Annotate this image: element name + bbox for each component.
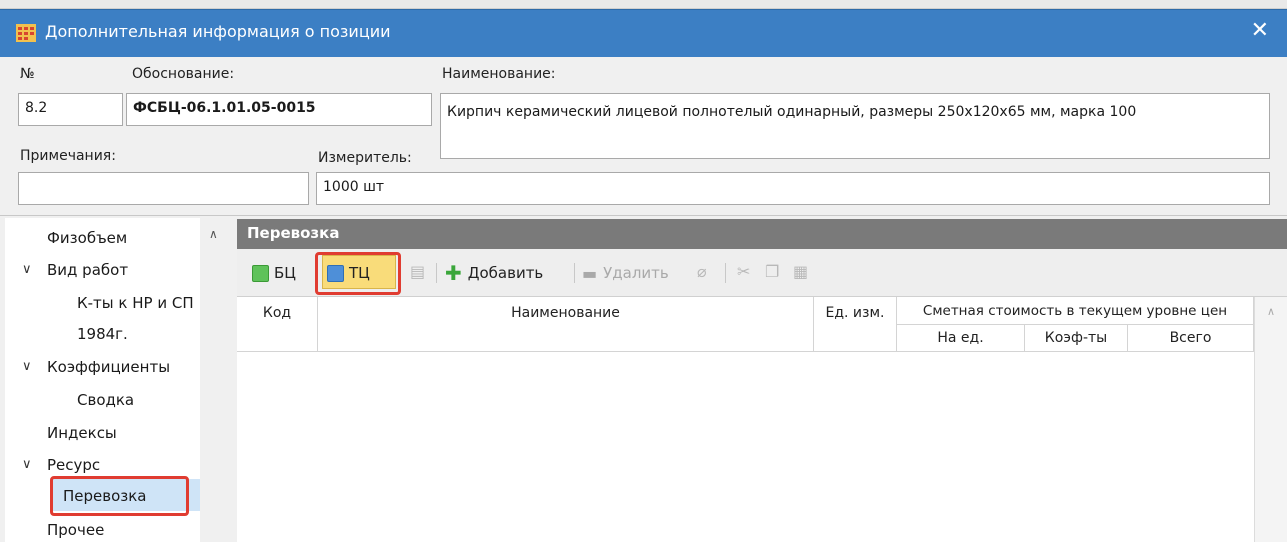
- copy-icon[interactable]: ❐: [765, 262, 779, 281]
- column-header-name[interactable]: Наименование: [318, 297, 814, 352]
- toolbar-separator: [725, 263, 726, 283]
- plus-icon: ✚: [445, 261, 462, 285]
- notes-field[interactable]: [18, 172, 309, 205]
- tree-item-indeksy[interactable]: Индексы: [47, 424, 117, 442]
- number-label: №: [20, 66, 35, 82]
- add-button[interactable]: ✚ Добавить: [445, 258, 543, 288]
- background-strip: [0, 0, 1287, 9]
- column-header-cost-group[interactable]: Сметная стоимость в текущем уровне цен: [897, 297, 1254, 325]
- bc-button[interactable]: БЦ: [252, 258, 296, 288]
- paste-icon[interactable]: ▦: [793, 262, 808, 281]
- name-field[interactable]: Кирпич керамический лицевой полнотелый о…: [440, 93, 1270, 159]
- minus-icon: ▬: [582, 263, 598, 283]
- scroll-up-icon[interactable]: ∧: [1267, 305, 1275, 318]
- dialog-window: Дополнительная информация о позиции ✕ № …: [0, 0, 1287, 542]
- column-header-coefs[interactable]: Коэф-ты: [1025, 325, 1128, 352]
- annotation-highlight: [315, 252, 401, 295]
- close-icon[interactable]: ✕: [1251, 18, 1269, 43]
- chevron-down-icon[interactable]: ∨: [22, 457, 32, 472]
- tree-item-svodka[interactable]: Сводка: [77, 391, 134, 409]
- number-field[interactable]: 8.2: [18, 93, 123, 126]
- basis-label: Обоснование:: [132, 66, 235, 82]
- tree-item-kty-nr-sp[interactable]: К-ты к НР и СП: [77, 294, 194, 312]
- bc-label: БЦ: [274, 264, 296, 282]
- basis-field[interactable]: ФСБЦ-06.1.01.05-0015: [126, 93, 432, 126]
- unit-label: Измеритель:: [318, 150, 412, 166]
- tree-item-prochee[interactable]: Прочее: [47, 521, 104, 539]
- column-header-total[interactable]: Всего: [1128, 325, 1254, 352]
- base-price-icon: [252, 264, 269, 282]
- eraser-icon[interactable]: ⌀: [697, 262, 707, 281]
- panel-title: Перевозка: [237, 219, 1287, 249]
- tree-item-koefficienty[interactable]: Коэффициенты: [47, 358, 170, 376]
- grid-scrollbar[interactable]: ∧: [1254, 297, 1287, 542]
- column-header-per-unit[interactable]: На ед.: [897, 325, 1025, 352]
- column-header-unit[interactable]: Ед. изм.: [814, 297, 897, 352]
- toolbar-separator: [436, 263, 437, 283]
- annotation-highlight: [50, 476, 189, 516]
- delete-label: Удалить: [603, 264, 669, 282]
- title-bar[interactable]: Дополнительная информация о позиции ✕: [0, 9, 1287, 57]
- toolbar-separator: [574, 263, 575, 283]
- app-icon: [16, 24, 36, 42]
- delete-button[interactable]: ▬ Удалить: [582, 258, 669, 288]
- tree-item-fizobem[interactable]: Физобъем: [47, 229, 127, 247]
- copy-doc-icon[interactable]: ▤: [410, 262, 425, 281]
- tree-item-1984[interactable]: 1984г.: [77, 325, 128, 343]
- name-label: Наименование:: [442, 66, 556, 82]
- tree-item-resurs[interactable]: Ресурс: [47, 456, 100, 474]
- window-title: Дополнительная информация о позиции: [45, 22, 391, 41]
- chevron-down-icon[interactable]: ∨: [22, 262, 32, 277]
- scroll-up-icon[interactable]: ∧: [209, 227, 218, 241]
- tree-item-vid-rabot[interactable]: Вид работ: [47, 261, 128, 279]
- add-label: Добавить: [467, 264, 544, 282]
- chevron-down-icon[interactable]: ∨: [22, 359, 32, 374]
- cut-icon[interactable]: ✂: [737, 262, 750, 281]
- unit-field[interactable]: 1000 шт: [316, 172, 1270, 205]
- column-header-code[interactable]: Код: [237, 297, 318, 352]
- divider: [0, 215, 1287, 216]
- tree-scrollbar[interactable]: ∧: [200, 218, 231, 542]
- notes-label: Примечания:: [20, 148, 116, 164]
